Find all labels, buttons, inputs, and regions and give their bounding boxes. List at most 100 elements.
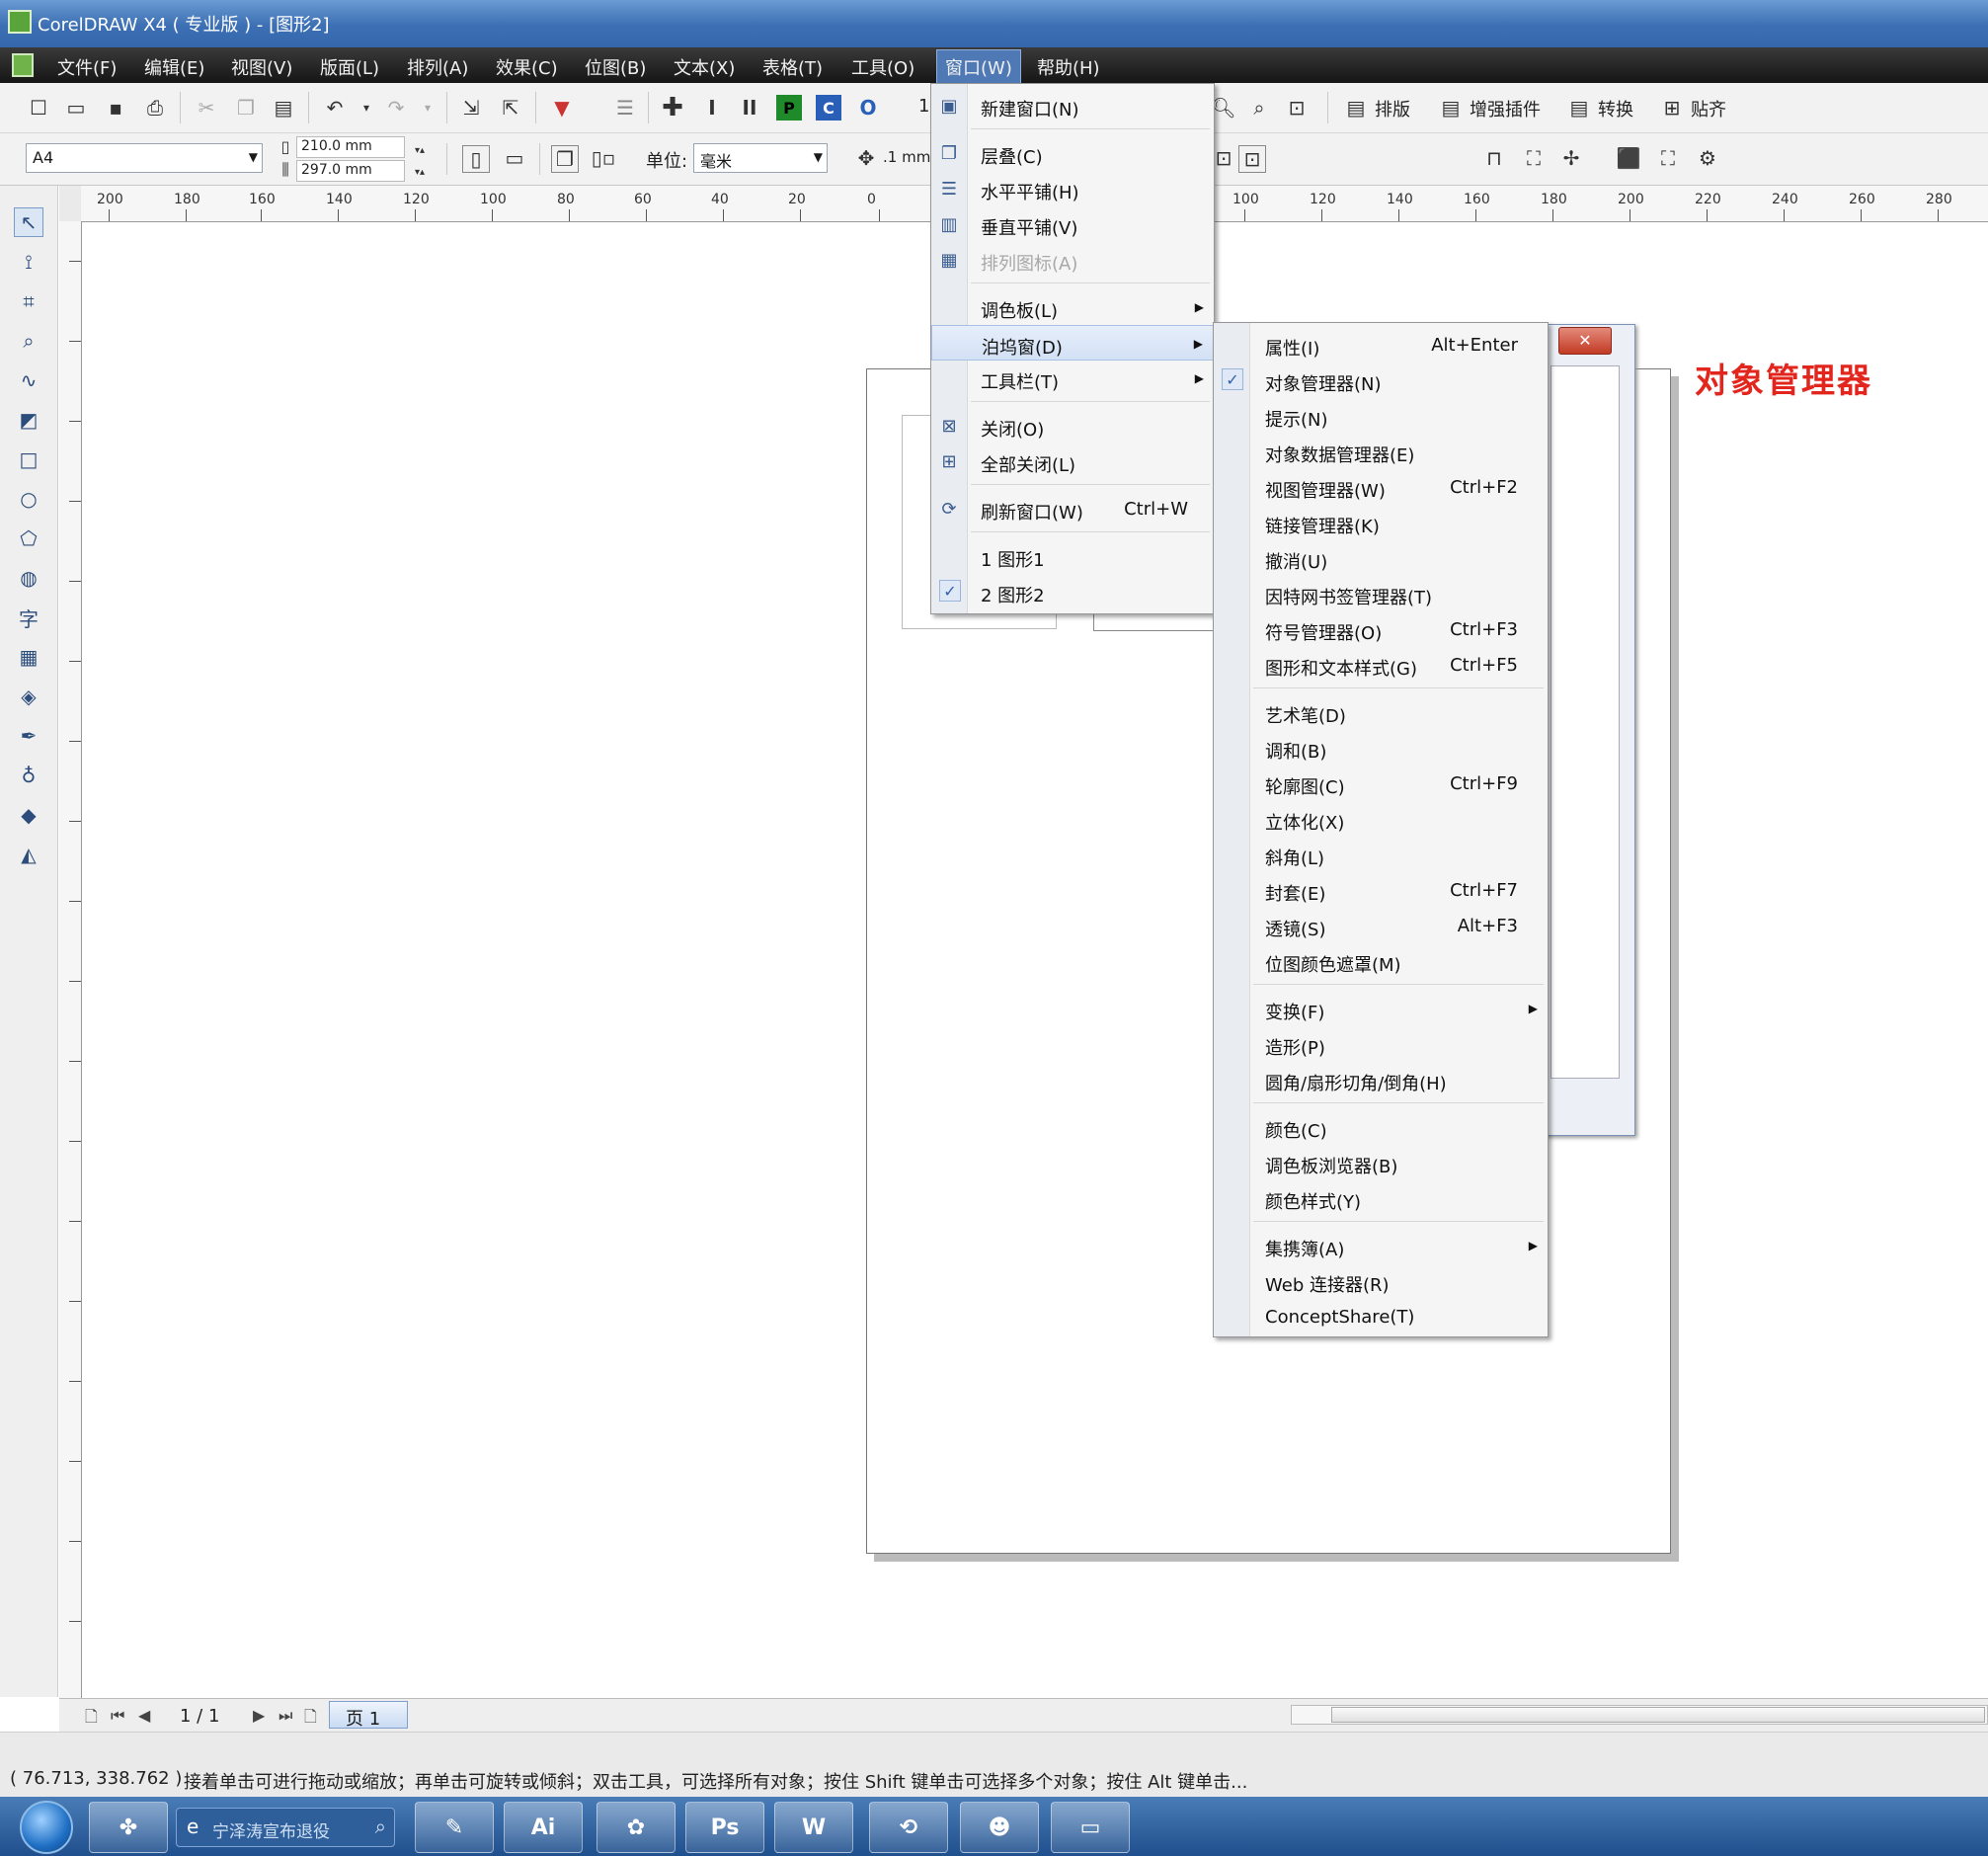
interactive-fill-tool-icon[interactable]: ◭	[14, 840, 43, 869]
menu-6[interactable]: 效果(C)	[496, 54, 558, 80]
macro-ii-icon[interactable]: II	[737, 95, 762, 121]
menu-8[interactable]: 文本(X)	[674, 54, 735, 80]
copy-icon[interactable]: ❐	[233, 95, 259, 121]
qq-icon[interactable]: ☻	[960, 1802, 1039, 1853]
menu-9[interactable]: 表格(T)	[762, 54, 823, 80]
window-menu-item[interactable]: 泊坞窗(D) ▶	[931, 325, 1214, 361]
word-icon[interactable]: W	[774, 1802, 853, 1853]
docker-menu-item[interactable]: 图形和文本样式(G) Ctrl+F5	[1214, 647, 1548, 683]
bounding-box-icon[interactable]: ⛶	[1521, 145, 1547, 171]
rectangle-tool-icon[interactable]: □	[14, 444, 43, 474]
import-icon[interactable]: ⇲	[458, 95, 484, 121]
docker-menu-item[interactable]: ConceptShare(T)	[1214, 1299, 1548, 1334]
new-file-icon[interactable]: ☐	[26, 95, 51, 121]
colorful-app-icon[interactable]: ✤	[89, 1802, 168, 1853]
open-file-icon[interactable]: ▭	[63, 95, 89, 121]
illustrator-icon[interactable]: Ai	[504, 1802, 583, 1853]
landscape-icon[interactable]: ▭	[502, 145, 527, 171]
zoom-page-icon[interactable]: ⌕	[1246, 95, 1272, 121]
align-top-icon[interactable]: ⊓	[1481, 145, 1507, 171]
window-menu-item[interactable]: ❐ 层叠(C)	[931, 135, 1214, 171]
menu-5[interactable]: 排列(A)	[407, 54, 468, 80]
window-menu-item[interactable]: 1 图形1	[931, 538, 1214, 574]
window-menu-item[interactable]: 调色板(L) ▶	[931, 289, 1214, 325]
pin-icon[interactable]: ⬛	[1616, 145, 1641, 171]
menu-7[interactable]: 位图(B)	[585, 54, 646, 80]
export-icon[interactable]: ⇱	[498, 95, 523, 121]
docker-menu-item[interactable]: 符号管理器(O) Ctrl+F3	[1214, 611, 1548, 647]
text-tool-icon[interactable]: 字	[14, 603, 43, 632]
print-icon[interactable]: ⎙	[142, 95, 168, 121]
window-menu-item[interactable]: ▥ 垂直平铺(V)	[931, 206, 1214, 242]
window-menu-item[interactable]: ⊞ 全部关闭(L)	[931, 444, 1214, 479]
docker-menu-item[interactable]: 斜角(L)	[1214, 837, 1548, 872]
shape-tool-icon[interactable]: ⟟	[14, 247, 43, 277]
window-menu-item[interactable]: ▣ 新建窗口(N)	[931, 88, 1214, 123]
corel-online-icon[interactable]: ☰	[612, 95, 638, 121]
photoshop-icon[interactable]: Ps	[685, 1802, 764, 1853]
snap-icon[interactable]: ⊞	[1659, 95, 1685, 121]
nudge-field[interactable]: .1 mm	[883, 148, 930, 166]
convert-plugin-icon[interactable]: ▤	[1566, 95, 1592, 121]
docker-close-button[interactable]: ✕	[1558, 327, 1612, 355]
menu-2[interactable]: 编辑(E)	[144, 54, 204, 80]
docker-menu-item[interactable]: 对象数据管理器(E)	[1214, 434, 1548, 469]
all-pages-icon[interactable]: ❐	[551, 145, 579, 173]
portrait-icon[interactable]: ▯	[462, 145, 490, 173]
undo-dropdown-icon[interactable]: ▾	[354, 95, 379, 121]
start-button[interactable]	[20, 1801, 73, 1854]
height-spinner[interactable]: ▾▴	[407, 159, 433, 185]
docker-menu-item[interactable]: 调和(B)	[1214, 730, 1548, 766]
undo-icon[interactable]: ↶	[322, 95, 348, 121]
redo-icon[interactable]: ↷	[383, 95, 409, 121]
first-page-icon[interactable]: ⏮	[111, 1706, 124, 1726]
table-tool-icon[interactable]: ▦	[14, 642, 43, 672]
polygon-tool-icon[interactable]: ⬠	[14, 524, 43, 553]
add-page-icon[interactable]: 🗋︎	[85, 1706, 98, 1733]
docker-menu-item[interactable]: 颜色样式(Y)	[1214, 1180, 1548, 1216]
window-menu-item[interactable]: ☰ 水平平铺(H)	[931, 171, 1214, 206]
zoom-width-icon[interactable]: ⊡	[1284, 95, 1310, 121]
treat-as-filled-icon[interactable]: ⊡	[1238, 145, 1266, 173]
file-explorer-icon[interactable]: ▭	[1051, 1802, 1130, 1853]
menu-4[interactable]: 版面(L)	[320, 54, 379, 80]
docker-menu-item[interactable]: 立体化(X)	[1214, 801, 1548, 837]
menu-11[interactable]: 窗口(W)	[936, 49, 1021, 85]
last-page-icon[interactable]: ⏭	[278, 1706, 292, 1726]
docker-menu-item[interactable]: 变换(F) ▶	[1214, 991, 1548, 1026]
previous-page-icon[interactable]: ◀	[138, 1706, 150, 1725]
docker-menu-item[interactable]: 造形(P)	[1214, 1026, 1548, 1062]
menu-12[interactable]: 帮助(H)	[1037, 54, 1100, 80]
units-select[interactable]: 毫米 ▼	[693, 143, 828, 173]
frame-icon[interactable]: ⛶	[1655, 145, 1681, 171]
docker-menu-item[interactable]: 提示(N)	[1214, 398, 1548, 434]
docker-menu-item[interactable]: 艺术笔(D)	[1214, 694, 1548, 730]
menu-3[interactable]: 视图(V)	[231, 54, 292, 80]
add-page-after-icon[interactable]: 🗋︎	[304, 1706, 317, 1733]
pick-tool-icon[interactable]: ↖	[14, 207, 43, 237]
docker-menu-item[interactable]: 链接管理器(K)	[1214, 505, 1548, 540]
macro-c-icon[interactable]: C	[816, 95, 841, 121]
search-box[interactable]: e 宁泽涛宣布退役 ⌕	[176, 1808, 395, 1847]
docker-menu-item[interactable]: 轮廓图(C) Ctrl+F9	[1214, 766, 1548, 801]
basic-shapes-tool-icon[interactable]: ◍	[14, 563, 43, 593]
docker-menu-item[interactable]: 颜色(C)	[1214, 1109, 1548, 1145]
window-menu-item[interactable]: 工具栏(T) ▶	[931, 361, 1214, 396]
enhance-plugin-icon[interactable]: ▤	[1438, 95, 1464, 121]
smart-fill-tool-icon[interactable]: ◩	[14, 405, 43, 435]
interactive-blend-tool-icon[interactable]: ◈	[14, 682, 43, 711]
next-page-icon[interactable]: ▶	[253, 1706, 265, 1725]
document-icon[interactable]	[12, 53, 34, 77]
docker-menu-item[interactable]: ✓ 对象管理器(N)	[1214, 363, 1548, 398]
ruler-corner[interactable]	[59, 186, 81, 221]
paste-icon[interactable]: ▤	[271, 95, 296, 121]
convert-button[interactable]: 转换	[1598, 96, 1633, 121]
crop-tool-icon[interactable]: ⌗	[14, 286, 43, 316]
snap-button[interactable]: 贴齐	[1691, 96, 1726, 121]
cut-icon[interactable]: ✂	[194, 95, 219, 121]
docker-menu-item[interactable]: Web 连接器(R)	[1214, 1263, 1548, 1299]
docker-menu-item[interactable]: 视图管理器(W) Ctrl+F2	[1214, 469, 1548, 505]
pen-icon[interactable]: ✎	[415, 1802, 494, 1853]
page-width-field[interactable]: 210.0 mm	[296, 136, 405, 158]
docker-menu-item[interactable]: 因特网书签管理器(T)	[1214, 576, 1548, 611]
